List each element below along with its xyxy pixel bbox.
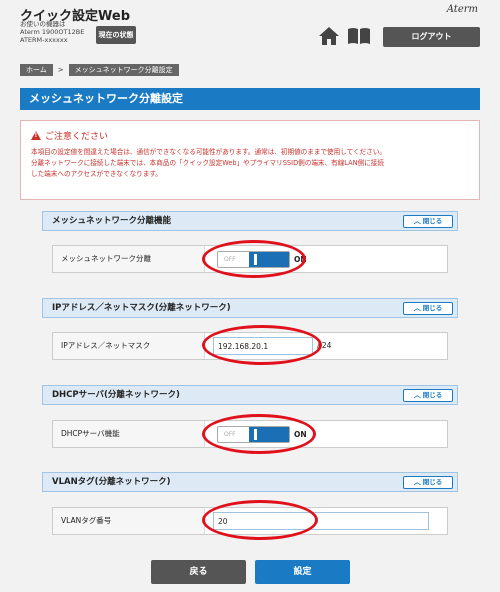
- section-header-vlan: VLANタグ(分離ネットワーク) ︿ 閉じる: [42, 472, 458, 492]
- dhcp-server-toggle[interactable]: OFF ON: [217, 426, 307, 443]
- notice-line-3: した端末へのアクセスができなくなります。: [31, 170, 162, 178]
- label-vlan-tag: VLANタグ番号: [53, 508, 205, 534]
- close-label: 閉じる: [422, 391, 443, 399]
- row-dhcp-server: DHCPサーバ機能 OFF ON: [52, 420, 448, 448]
- breadcrumb-home[interactable]: ホーム: [20, 64, 53, 76]
- section-header-ip: IPアドレス／ネットマスク(分離ネットワーク) ︿ 閉じる: [42, 298, 458, 318]
- notice-body: 本項目の設定値を間違えた場合は、通信ができなくなる可能性があります。通常は、初期…: [31, 147, 469, 180]
- vlan-tag-input[interactable]: [213, 512, 429, 530]
- toggle-knob: [249, 427, 289, 442]
- chevron-up-icon: ︿: [413, 217, 421, 225]
- aterm-logo: Aterm: [446, 4, 478, 15]
- breadcrumb-current: メッシュネットワーク分離設定: [68, 64, 179, 76]
- close-button-dhcp[interactable]: ︿ 閉じる: [403, 389, 453, 402]
- chevron-up-icon: ︿: [413, 478, 421, 486]
- header: クイック設定Web お使いの機器は Aterm 1900OT12BE ATERM…: [0, 0, 500, 56]
- back-button[interactable]: 戻る: [151, 560, 246, 584]
- page-title: メッシュネットワーク分離設定: [20, 88, 480, 110]
- close-button-ip[interactable]: ︿ 閉じる: [403, 302, 453, 315]
- device-name: ATERM-xxxxxx: [20, 36, 68, 44]
- toggle-knob: [249, 252, 289, 267]
- close-label: 閉じる: [422, 478, 443, 486]
- section-title-mesh: メッシュネットワーク分離機能: [52, 216, 172, 226]
- chevron-up-icon: ︿: [413, 304, 421, 312]
- warning-icon: [31, 131, 41, 140]
- section-header-dhcp: DHCPサーバ(分離ネットワーク) ︿ 閉じる: [42, 385, 458, 405]
- close-label: 閉じる: [422, 304, 443, 312]
- section-title-dhcp: DHCPサーバ(分離ネットワーク): [52, 390, 180, 400]
- toggle-track[interactable]: OFF: [217, 251, 290, 268]
- toggle-on-label: ON: [294, 430, 307, 439]
- notice-heading: ご注意ください: [31, 129, 469, 142]
- section-title-ip: IPアドレス／ネットマスク(分離ネットワーク): [52, 303, 231, 313]
- set-button[interactable]: 設定: [255, 560, 350, 584]
- row-ip-address: IPアドレス／ネットマスク / 24: [52, 332, 448, 360]
- manual-book-icon[interactable]: [346, 26, 372, 50]
- label-mesh-separation: メッシュネットワーク分離: [53, 246, 205, 272]
- close-button-mesh[interactable]: ︿ 閉じる: [403, 215, 453, 228]
- home-icon[interactable]: [318, 26, 340, 50]
- ip-address-input[interactable]: [213, 337, 313, 355]
- toggle-off-label: OFF: [224, 431, 236, 438]
- netmask-value: / 24: [317, 341, 332, 350]
- row-vlan-tag: VLANタグ番号: [52, 507, 448, 535]
- breadcrumb: ホーム > メッシュネットワーク分離設定: [20, 64, 179, 76]
- notice-line-2: 分離ネットワークに接続した端末では、本商品の「クイック設定Web」やプライマリS…: [31, 159, 384, 167]
- toggle-track[interactable]: OFF: [217, 426, 290, 443]
- device-line-1: お使いの機器は: [20, 20, 66, 28]
- breadcrumb-separator: >: [57, 66, 64, 74]
- notice-line-1: 本項目の設定値を間違えた場合は、通信ができなくなる可能性があります。通常は、初期…: [31, 148, 387, 156]
- device-model: Aterm 1900OT12BE: [20, 28, 85, 36]
- section-title-vlan: VLANタグ(分離ネットワーク): [52, 477, 171, 487]
- mesh-separation-toggle[interactable]: OFF ON: [217, 251, 307, 268]
- close-label: 閉じる: [422, 217, 443, 225]
- section-header-mesh: メッシュネットワーク分離機能 ︿ 閉じる: [42, 211, 458, 231]
- notice-heading-text: ご注意ください: [45, 132, 109, 142]
- label-ip-address: IPアドレス／ネットマスク: [53, 333, 205, 359]
- toggle-off-label: OFF: [224, 256, 236, 263]
- chevron-up-icon: ︿: [413, 391, 421, 399]
- logout-button[interactable]: ログアウト: [383, 27, 480, 47]
- label-dhcp-server: DHCPサーバ機能: [53, 421, 205, 447]
- row-mesh-separation: メッシュネットワーク分離 OFF ON: [52, 245, 448, 273]
- toggle-on-label: ON: [294, 255, 307, 264]
- caution-notice: ご注意ください 本項目の設定値を間違えた場合は、通信ができなくなる可能性がありま…: [20, 120, 480, 200]
- close-button-vlan[interactable]: ︿ 閉じる: [403, 476, 453, 489]
- current-status-button[interactable]: 現在の状態: [96, 26, 136, 44]
